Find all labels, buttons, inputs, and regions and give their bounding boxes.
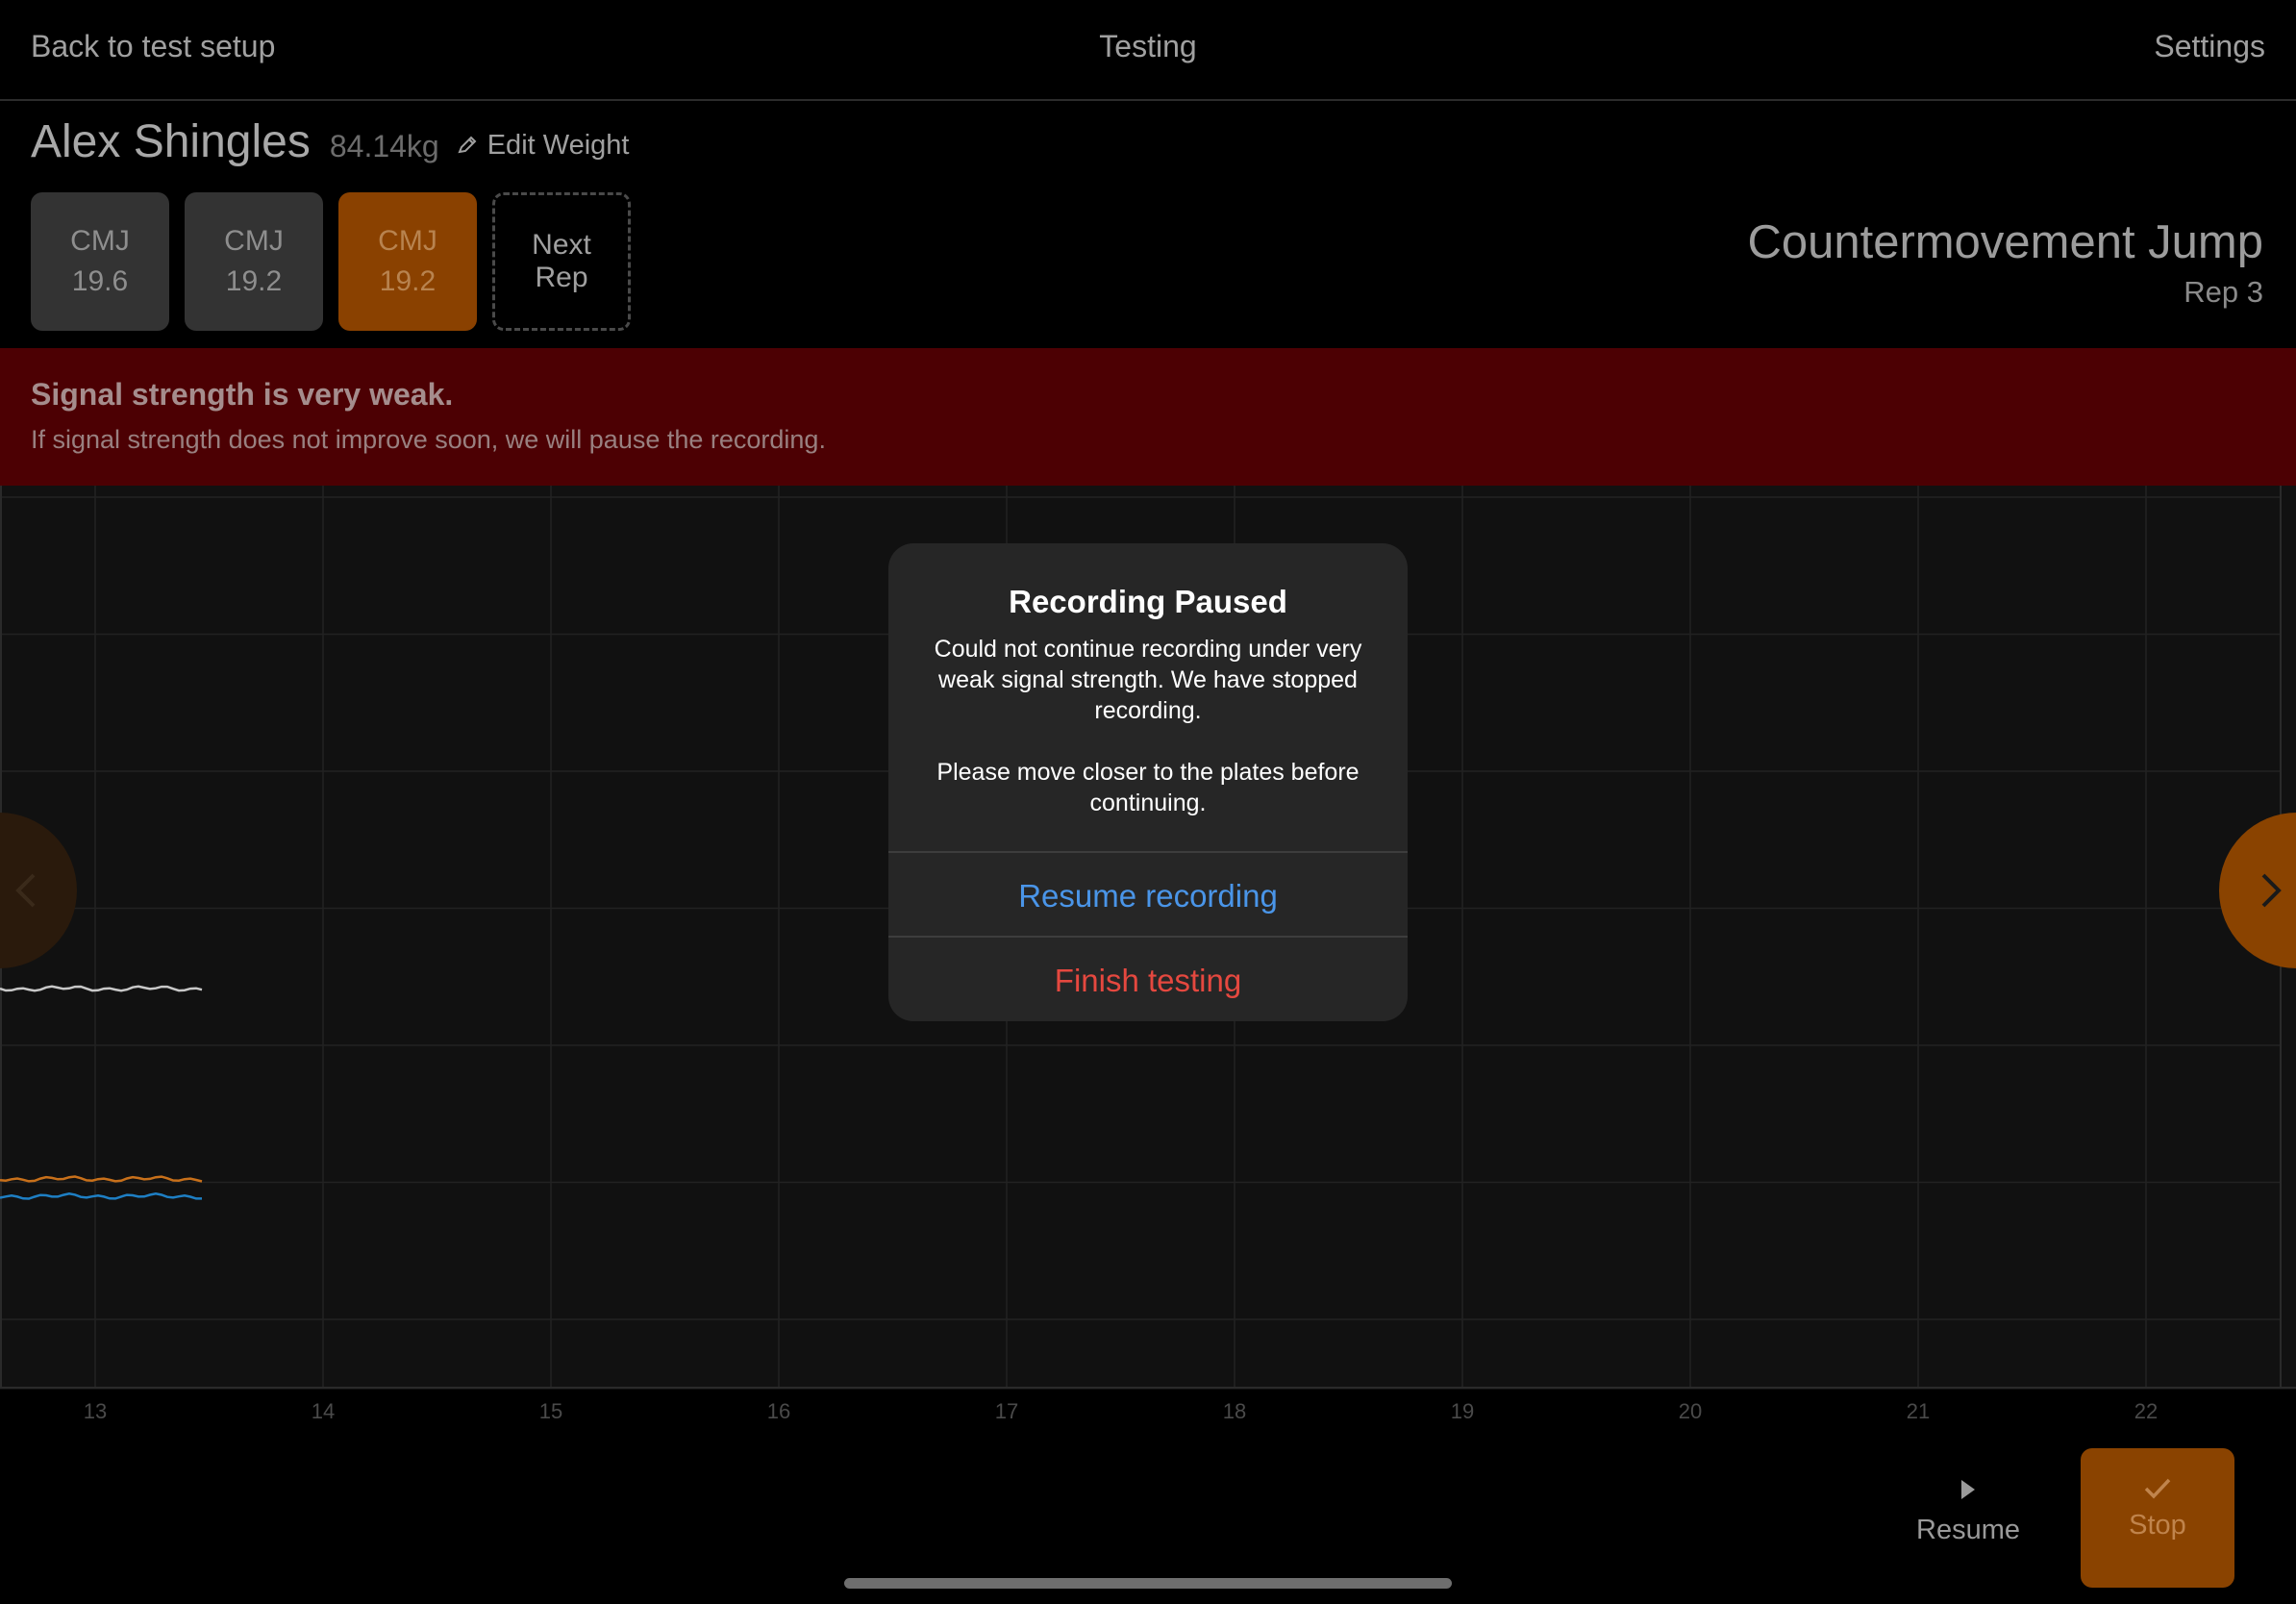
next-rep-line2: Rep: [535, 262, 588, 293]
rep-value: 19.6: [71, 265, 129, 297]
next-rep-line1: Next: [532, 229, 591, 261]
rep-tile-2[interactable]: CMJ 19.2: [185, 192, 323, 331]
chevron-left-icon: [15, 873, 36, 908]
x-tick-label: 15: [539, 1399, 562, 1423]
rep-type: CMJ: [70, 225, 130, 257]
stop-button[interactable]: Stop: [2081, 1448, 2234, 1588]
athlete-name: Alex Shingles: [31, 116, 311, 167]
banner-message: If signal strength does not improve soon…: [31, 425, 826, 454]
series-line-2: [0, 1175, 203, 1183]
play-icon: [1961, 1480, 1975, 1499]
x-tick-label: 20: [1679, 1399, 1702, 1423]
top-nav-bar: Back to test setup Testing Settings: [0, 0, 2296, 101]
settings-link[interactable]: Settings: [2154, 29, 2265, 64]
rep-tile-1[interactable]: CMJ 19.6: [31, 192, 169, 331]
x-tick-label: 16: [767, 1399, 790, 1423]
test-name: Countermovement Jump: [1747, 216, 2263, 268]
nav-title: Testing: [1099, 29, 1197, 63]
series-line-3: [0, 1192, 202, 1200]
rep-value: 19.2: [379, 265, 437, 297]
chevron-right-icon: [2261, 873, 2282, 908]
x-tick-label: 14: [312, 1399, 335, 1423]
back-to-test-setup-link[interactable]: Back to test setup: [31, 29, 275, 64]
finish-testing-button[interactable]: Finish testing: [888, 936, 1408, 1021]
x-tick-label: 22: [2134, 1399, 2158, 1423]
x-tick-label: 21: [1907, 1399, 1930, 1423]
checkmark-icon: [2144, 1478, 2171, 1499]
x-tick-label: 19: [1451, 1399, 1474, 1423]
recording-paused-dialog: Recording Paused Could not continue reco…: [888, 543, 1408, 1021]
current-rep-label: Rep 3: [2184, 275, 2263, 309]
dialog-title: Recording Paused: [1009, 584, 1287, 619]
athlete-weight: 84.14kg: [329, 129, 439, 163]
stop-label: Stop: [2129, 1510, 2186, 1541]
rep-list: CMJ 19.6 CMJ 19.2 CMJ 19.2 Next Rep: [31, 192, 631, 331]
x-tick-label: 18: [1223, 1399, 1246, 1423]
x-tick-label: 13: [84, 1399, 107, 1423]
app-root: Back to test setup Testing Settings Alex…: [0, 0, 2296, 1604]
resume-button[interactable]: Resume: [1904, 1457, 2033, 1572]
athlete-header: Alex Shingles 84.14kg Edit Weight: [31, 115, 629, 168]
pencil-icon: [458, 136, 477, 154]
banner-title: Signal strength is very weak.: [31, 377, 454, 412]
resume-label: Resume: [1916, 1515, 2020, 1545]
home-indicator: [844, 1578, 1452, 1589]
next-rep-tile[interactable]: Next Rep: [492, 192, 631, 331]
edit-weight-button[interactable]: Edit Weight: [457, 129, 630, 162]
edit-weight-label: Edit Weight: [487, 129, 630, 161]
rep-value: 19.2: [225, 265, 283, 297]
series-line-1: [0, 985, 203, 992]
resume-recording-button[interactable]: Resume recording: [888, 851, 1408, 937]
test-info: Countermovement Jump Rep 3: [1747, 215, 2263, 310]
rep-type: CMJ: [224, 225, 284, 257]
rep-type: CMJ: [378, 225, 437, 257]
x-tick-label: 17: [995, 1399, 1018, 1423]
dialog-message: Could not continue recording under very …: [934, 636, 1362, 816]
rep-tile-3[interactable]: CMJ 19.2: [338, 192, 477, 331]
signal-warning-banner: Signal strength is very weak. If signal …: [0, 348, 2296, 486]
